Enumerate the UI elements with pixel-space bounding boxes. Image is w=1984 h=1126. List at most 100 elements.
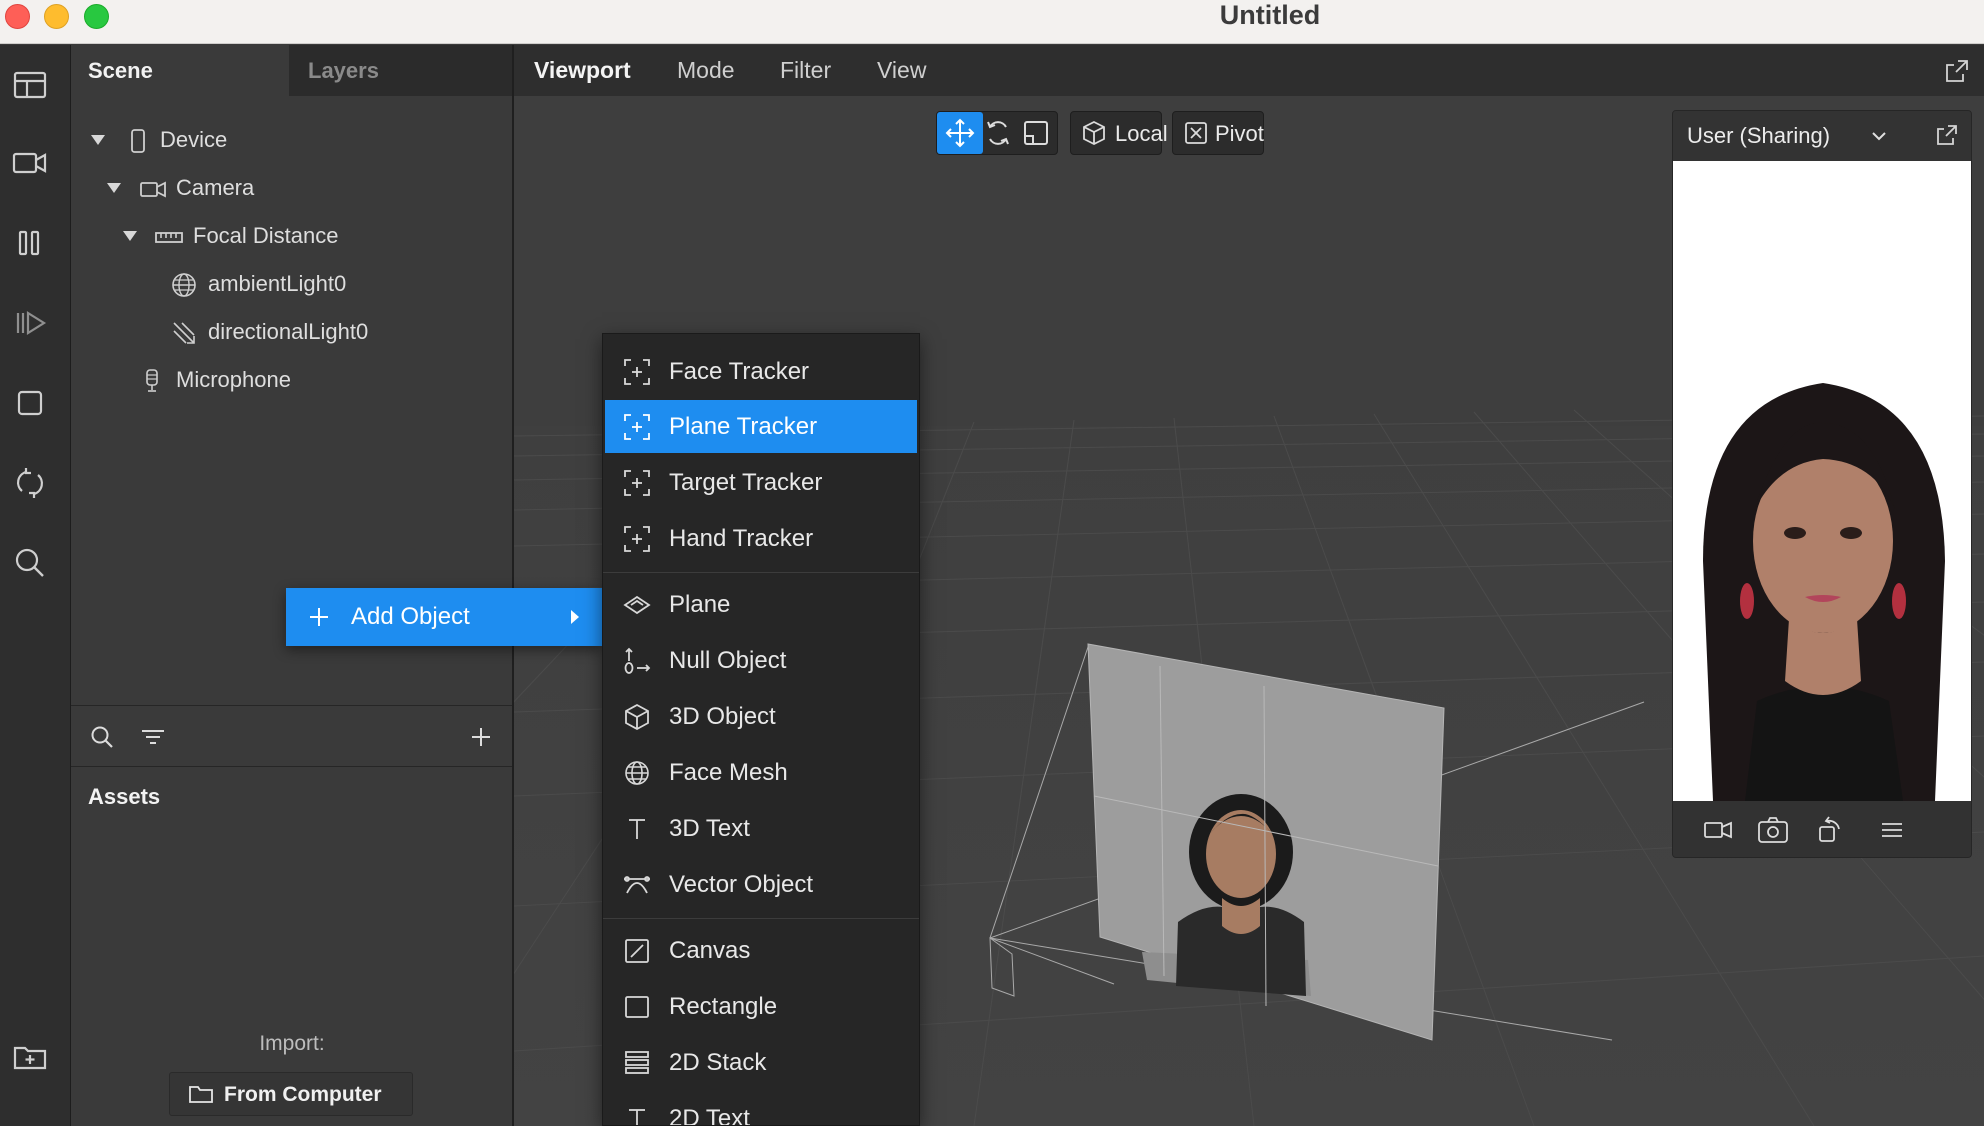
panel-tabs: Scene Layers: [71, 45, 513, 96]
preview-source-select[interactable]: User (Sharing): [1687, 123, 1830, 149]
text-icon: [623, 815, 651, 843]
tree-item-focal-distance[interactable]: Focal Distance: [71, 216, 511, 256]
play-forward-icon[interactable]: [10, 303, 50, 343]
scale-tool-button[interactable]: [1013, 112, 1059, 154]
menu-item-3d-text[interactable]: 3D Text: [605, 802, 917, 855]
menu-view[interactable]: View: [877, 57, 926, 84]
menu-item-label: Vector Object: [669, 871, 814, 898]
pivot-label: Pivot: [1215, 121, 1264, 146]
tree-item-ambient-light[interactable]: ambientLight0: [71, 264, 511, 304]
tree-item-camera[interactable]: Camera: [71, 168, 511, 208]
minimize-window-button[interactable]: [44, 4, 69, 29]
rectangle-icon: [623, 993, 651, 1021]
menu-filter[interactable]: Filter: [780, 57, 831, 84]
add-object-label: Add Object: [351, 603, 470, 630]
pivot-toggle[interactable]: Pivot: [1172, 111, 1264, 155]
import-label: Import:: [259, 1032, 325, 1055]
menu-item-2d-text[interactable]: 2D Text: [605, 1092, 917, 1126]
menu-item-label: 3D Object: [669, 703, 776, 730]
menu-item-3d-object[interactable]: 3D Object: [605, 690, 917, 743]
layout-icon[interactable]: [10, 65, 50, 105]
zoom-window-button[interactable]: [84, 4, 109, 29]
menu-separator: [603, 918, 919, 919]
assets-title: Assets: [88, 784, 161, 809]
rotate-device-icon[interactable]: [1815, 815, 1845, 845]
assets-panel: Assets Import: From Computer: [71, 768, 513, 1126]
add-object-menu-item[interactable]: Add Object: [286, 588, 602, 646]
tree-item-directional-light[interactable]: directionalLight0: [71, 312, 511, 352]
expand-arrow-icon[interactable]: [91, 135, 105, 145]
menu-item-face-mesh[interactable]: Face Mesh: [605, 746, 917, 799]
expand-arrow-icon[interactable]: [123, 231, 137, 241]
tracker-icon: [623, 525, 651, 553]
search-icon[interactable]: [10, 543, 50, 583]
pivot-icon: [1183, 120, 1209, 146]
add-object-submenu: Face Tracker Plane Tracker Target Tracke…: [602, 333, 920, 1126]
tree-item-label: Device: [160, 127, 228, 152]
face-mesh-icon: [623, 759, 651, 787]
search-icon[interactable]: [89, 724, 115, 750]
assets-toolbar: [71, 705, 513, 767]
add-folder-icon[interactable]: [10, 1037, 50, 1077]
stop-icon[interactable]: [10, 383, 50, 423]
menu-item-face-tracker[interactable]: Face Tracker: [605, 345, 917, 398]
menu-item-plane-tracker[interactable]: Plane Tracker: [605, 400, 917, 453]
menu-item-target-tracker[interactable]: Target Tracker: [605, 456, 917, 509]
menu-item-label: Canvas: [669, 937, 751, 964]
null-object-icon: [623, 647, 651, 675]
menu-item-label: Plane Tracker: [669, 413, 818, 440]
menu-item-2d-stack[interactable]: 2D Stack: [605, 1036, 917, 1089]
close-window-button[interactable]: [5, 4, 30, 29]
menu-item-canvas[interactable]: Canvas: [605, 924, 917, 977]
tracker-icon: [623, 358, 651, 386]
ruler-icon: [155, 224, 183, 250]
video-camera-icon[interactable]: [10, 143, 50, 183]
folder-icon: [188, 1083, 214, 1105]
tree-item-label: Camera: [176, 175, 255, 200]
menu-item-plane[interactable]: Plane: [605, 578, 917, 631]
menu-mode[interactable]: Mode: [677, 57, 735, 84]
menu-item-hand-tracker[interactable]: Hand Tracker: [605, 512, 917, 565]
tab-layers[interactable]: Layers: [289, 45, 513, 96]
refresh-icon[interactable]: [10, 463, 50, 503]
menu-item-label: Target Tracker: [669, 469, 823, 496]
expand-arrow-icon[interactable]: [107, 183, 121, 193]
menu-item-null-object[interactable]: Null Object: [605, 634, 917, 687]
pop-out-icon[interactable]: [1935, 123, 1959, 147]
local-label: Local: [1115, 121, 1168, 146]
tab-scene[interactable]: Scene: [71, 45, 289, 96]
globe-icon: [171, 272, 197, 298]
menu-item-label: Rectangle: [669, 993, 778, 1020]
pop-out-icon[interactable]: [1944, 58, 1970, 84]
chevron-down-icon[interactable]: [1869, 127, 1889, 145]
menu-item-label: 3D Text: [669, 815, 750, 842]
menu-item-label: Plane: [669, 591, 731, 618]
preview-header: User (Sharing): [1673, 111, 1971, 161]
menu-item-label: 2D Text: [669, 1105, 750, 1126]
menu-item-vector-object[interactable]: Vector Object: [605, 858, 917, 911]
pause-icon[interactable]: [10, 223, 50, 263]
plane-icon: [623, 591, 651, 619]
tool-rail: [0, 45, 71, 1126]
menu-item-label: Face Mesh: [669, 759, 788, 786]
phone-icon: [125, 128, 151, 154]
menu-viewport[interactable]: Viewport: [534, 57, 631, 84]
add-asset-icon[interactable]: [468, 724, 494, 750]
from-computer-button[interactable]: From Computer: [169, 1072, 413, 1116]
tree-item-microphone[interactable]: Microphone: [71, 360, 511, 400]
cube-icon: [1081, 120, 1107, 146]
tree-item-label: Focal Distance: [193, 223, 339, 248]
video-camera-icon[interactable]: [1703, 817, 1733, 843]
filter-icon[interactable]: [139, 724, 167, 750]
menu-item-label: Face Tracker: [669, 358, 810, 385]
tree-item-label: Microphone: [176, 367, 291, 392]
tree-item-device[interactable]: Device: [71, 120, 511, 160]
camera-icon: [139, 176, 166, 202]
switch-camera-icon[interactable]: [1757, 815, 1789, 845]
menu-icon[interactable]: [1879, 817, 1905, 843]
vector-icon: [623, 871, 651, 899]
local-toggle[interactable]: Local: [1070, 111, 1168, 155]
menu-item-rectangle[interactable]: Rectangle: [605, 980, 917, 1033]
menu-separator: [603, 572, 919, 573]
preview-panel: User (Sharing): [1672, 110, 1972, 858]
